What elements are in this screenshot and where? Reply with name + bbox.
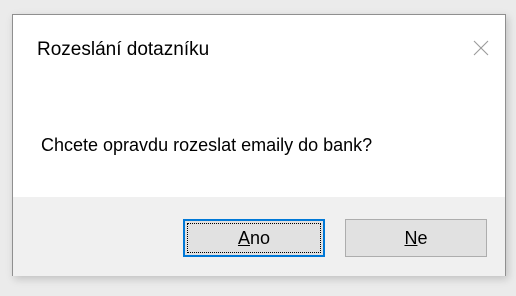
dialog-message: Chcete opravdu rozeslat emaily do bank? [41, 135, 373, 155]
no-button-label: Ne [404, 227, 428, 248]
no-button[interactable]: Ne [345, 219, 487, 257]
dialog-content: Chcete opravdu rozeslat emaily do bank? [13, 85, 505, 195]
close-button[interactable] [457, 31, 505, 65]
yes-button[interactable]: Ano [183, 219, 325, 257]
yes-button-label: Ano [237, 227, 271, 248]
message-dialog: Rozeslání dotazníku Chcete opravdu rozes… [12, 14, 506, 276]
dialog-title: Rozeslání dotazníku [37, 39, 210, 60]
dialog-button-bar: Ano Ne [13, 197, 505, 276]
close-icon [473, 40, 489, 56]
title-bar[interactable]: Rozeslání dotazníku [13, 15, 505, 85]
